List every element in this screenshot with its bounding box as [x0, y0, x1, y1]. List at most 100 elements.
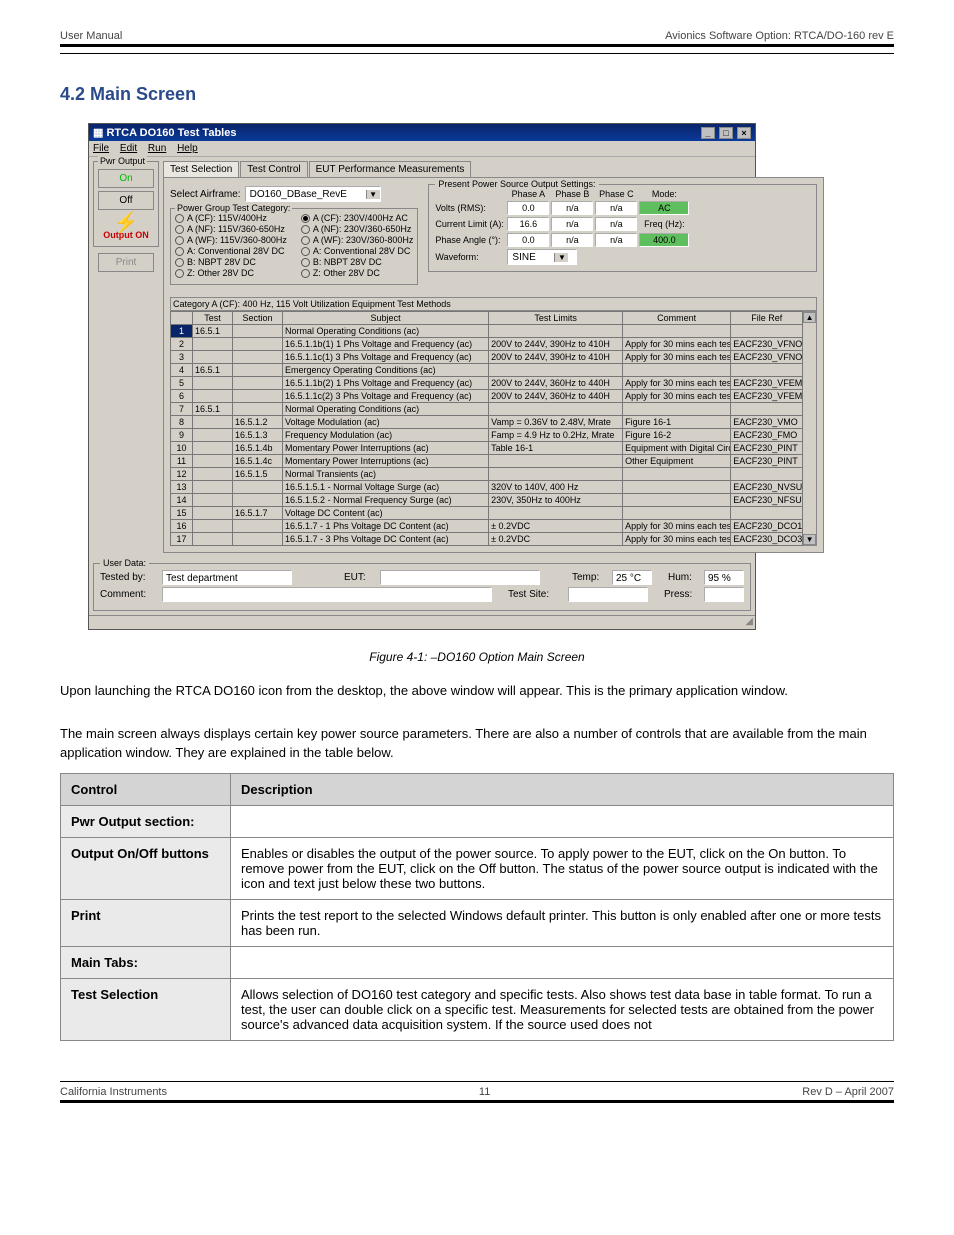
table-row[interactable]: 216.5.1.1b(1) 1 Phs Voltage and Frequenc…: [171, 338, 803, 351]
table-row[interactable]: 816.5.1.2Voltage Modulation (ac)Vamp = 0…: [171, 416, 803, 429]
tab-eut-perf[interactable]: EUT Performance Measurements: [309, 161, 472, 177]
power-group-category: Power Group Test Category: A (CF): 115V/…: [170, 208, 418, 285]
menu-run[interactable]: Run: [148, 143, 166, 154]
cell: [233, 494, 283, 507]
cell: 12: [171, 468, 193, 481]
table-row[interactable]: 1316.5.1.5.1 - Normal Voltage Surge (ac)…: [171, 481, 803, 494]
current-c: n/a: [595, 217, 637, 231]
cell: Apply for 30 mins each test.: [623, 520, 731, 533]
cell: 16.5.1.5: [233, 468, 283, 481]
press-input[interactable]: [704, 587, 744, 602]
menu-edit[interactable]: Edit: [120, 143, 137, 154]
temp-input[interactable]: 25 °C: [612, 570, 652, 585]
menu-help[interactable]: Help: [177, 143, 198, 154]
table-row[interactable]: 1416.5.1.5.2 - Normal Frequency Surge (a…: [171, 494, 803, 507]
cell: [193, 533, 233, 546]
radio-a-wf-115v-360-800hz[interactable]: A (WF): 115V/360-800Hz: [175, 235, 287, 245]
off-button[interactable]: Off: [98, 191, 154, 210]
mode-hd: Mode:: [639, 189, 689, 199]
cell: [193, 455, 233, 468]
cell: 230V, 350Hz to 400Hz: [489, 494, 623, 507]
radio-a-nf-230v-360-650hz[interactable]: A (NF): 230V/360-650Hz: [301, 224, 414, 234]
radio-label: A (NF): 230V/360-650Hz: [313, 224, 412, 234]
titlebar[interactable]: ▦ RTCA DO160 Test Tables _ □ ×: [89, 124, 755, 141]
section-title: 4.2 Main Screen: [60, 84, 894, 105]
radio-z-other-28v-dc[interactable]: Z: Other 28V DC: [175, 268, 287, 278]
radio-b-nbpt-28v-dc[interactable]: B: NBPT 28V DC: [301, 257, 414, 267]
table-row[interactable]: 12 16.5.1.5Normal Transients (ac): [171, 468, 803, 481]
hum-input[interactable]: 95 %: [704, 570, 744, 585]
radio-z-other-28v-dc[interactable]: Z: Other 28V DC: [301, 268, 414, 278]
radio-a-wf-230v-360-800hz[interactable]: A (WF): 230V/360-800Hz: [301, 235, 414, 245]
table-row[interactable]: 416.5.1Emergency Operating Conditions (a…: [171, 364, 803, 377]
cell: 2: [171, 338, 193, 351]
cell: 16.5.1.1b(2) 1 Phs Voltage and Frequency…: [283, 377, 489, 390]
tab-test-selection[interactable]: Test Selection: [163, 161, 239, 177]
col-4[interactable]: Test Limits: [489, 312, 623, 325]
waveform-select[interactable]: SINE ▼: [507, 249, 577, 265]
maximize-button[interactable]: □: [719, 127, 733, 139]
radio-dot-icon: [301, 214, 310, 223]
phase-b-hd: Phase B: [551, 189, 593, 199]
table-row[interactable]: 1516.5.1.7Voltage DC Content (ac): [171, 507, 803, 520]
cell: EACF230_PINT: [731, 442, 803, 455]
cell: 200V to 244V, 390Hz to 410H: [489, 338, 623, 351]
on-button[interactable]: On: [98, 169, 154, 188]
tested-by-input[interactable]: Test department: [162, 570, 292, 585]
table-row[interactable]: 316.5.1.1c(1) 3 Phs Voltage and Frequenc…: [171, 351, 803, 364]
col-3[interactable]: Subject: [283, 312, 489, 325]
table-scrollbar[interactable]: ▲ ▼: [803, 311, 817, 546]
tab-test-control[interactable]: Test Control: [240, 161, 307, 177]
bolt-icon: ⚡: [98, 216, 154, 230]
table-row[interactable]: 516.5.1.1b(2) 1 Phs Voltage and Frequenc…: [171, 377, 803, 390]
col-6[interactable]: File Ref: [731, 312, 803, 325]
col-0[interactable]: [171, 312, 193, 325]
radio-a-nf-115v-360-650hz[interactable]: A (NF): 115V/360-650Hz: [175, 224, 287, 234]
table-row[interactable]: 116.5.1Normal Operating Conditions (ac): [171, 325, 803, 338]
cell: EACF230_DCO1: [731, 520, 803, 533]
table-row[interactable]: 716.5.1Normal Operating Conditions (ac): [171, 403, 803, 416]
table-row[interactable]: 1016.5.1.4bMomentary Power Interruptions…: [171, 442, 803, 455]
radio-a-conventional-28v-dc[interactable]: A: Conventional 28V DC: [175, 246, 287, 256]
table-row[interactable]: 616.5.1.1c(2) 3 Phs Voltage and Frequenc…: [171, 390, 803, 403]
airframe-select[interactable]: DO160_DBase_RevE ▼: [245, 186, 381, 202]
minimize-button[interactable]: _: [701, 127, 715, 139]
comment-input[interactable]: [162, 587, 492, 602]
table-row[interactable]: 1716.5.1.7 - 3 Phs Voltage DC Content (a…: [171, 533, 803, 546]
user-data-group: User Data: Tested by: Test department EU…: [93, 563, 751, 611]
menu-file[interactable]: File: [93, 143, 109, 154]
testsite-input[interactable]: [568, 587, 648, 602]
footer-page: 11: [479, 1086, 490, 1098]
power-group-legend: Power Group Test Category:: [175, 203, 292, 213]
table-row[interactable]: 1616.5.1.7 - 1 Phs Voltage DC Content (a…: [171, 520, 803, 533]
cell: ± 0.2VDC: [489, 520, 623, 533]
tests-table[interactable]: TestSectionSubjectTest LimitsCommentFile…: [170, 311, 803, 546]
radio-a-cf-230v-400hz-ac[interactable]: A (CF): 230V/400Hz AC: [301, 213, 414, 223]
eut-input[interactable]: [380, 570, 540, 585]
radio-dot-icon: [301, 225, 310, 234]
desc-val: Allows selection of DO160 test category …: [231, 978, 894, 1040]
cell: [623, 403, 731, 416]
table-row[interactable]: 916.5.1.3Frequency Modulation (ac)Famp =…: [171, 429, 803, 442]
cell: Voltage DC Content (ac): [283, 507, 489, 520]
cell: 15: [171, 507, 193, 520]
table-row[interactable]: 1116.5.1.4cMomentary Power Interruptions…: [171, 455, 803, 468]
cell: Normal Transients (ac): [283, 468, 489, 481]
radio-label: Z: Other 28V DC: [313, 268, 380, 278]
col-2[interactable]: Section: [233, 312, 283, 325]
radio-b-nbpt-28v-dc[interactable]: B: NBPT 28V DC: [175, 257, 287, 267]
scroll-down-icon[interactable]: ▼: [803, 534, 816, 545]
chevron-down-icon: ▼: [366, 190, 380, 199]
cell: Table 16-1: [489, 442, 623, 455]
desc-key: Main Tabs:: [61, 946, 231, 978]
col-5[interactable]: Comment: [623, 312, 731, 325]
print-button[interactable]: Print: [98, 253, 154, 272]
radio-a-conventional-28v-dc[interactable]: A: Conventional 28V DC: [301, 246, 414, 256]
cell: EACF230_VFNO: [731, 338, 803, 351]
scroll-up-icon[interactable]: ▲: [803, 312, 816, 323]
testsite-label: Test Site:: [508, 589, 562, 600]
radio-a-cf-115v-400hz[interactable]: A (CF): 115V/400Hz: [175, 213, 287, 223]
col-1[interactable]: Test: [193, 312, 233, 325]
close-button[interactable]: ×: [737, 127, 751, 139]
current-b: n/a: [551, 217, 593, 231]
